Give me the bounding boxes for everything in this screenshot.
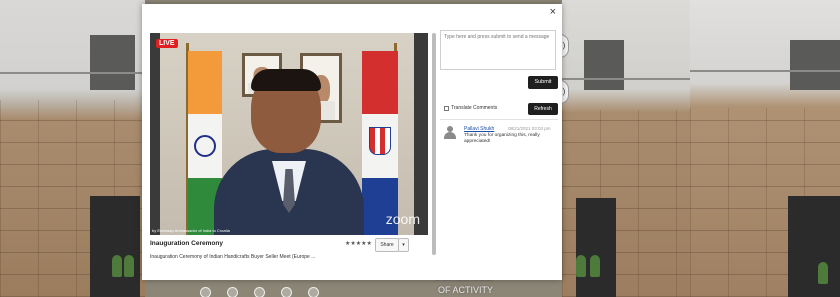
event-modal: × LIVE zoom by Embassy Ambassador of Ind…: [142, 4, 562, 280]
chakra-icon: [194, 134, 216, 157]
avatar-body: [444, 132, 456, 139]
translate-checkbox[interactable]: [444, 105, 449, 111]
refresh-button[interactable]: Refresh: [528, 103, 558, 115]
background-doorway: [788, 196, 840, 297]
submit-button[interactable]: Submit: [528, 76, 558, 89]
translate-label: Translate Comments: [451, 105, 498, 111]
nav-dot[interactable]: [227, 287, 238, 297]
comment-author[interactable]: Pallavi Shukh: [464, 126, 494, 132]
event-description: Inauguration Ceremony of Indian Handicra…: [150, 254, 316, 260]
background-railing: [0, 72, 145, 74]
nav-dot[interactable]: [200, 287, 211, 297]
event-title: Inauguration Ceremony: [150, 240, 223, 247]
speaker-hair: [251, 69, 321, 91]
flag-red-stripe: [362, 51, 398, 114]
share-dropdown-button[interactable]: ▾: [398, 238, 409, 252]
background-wall-right: [690, 0, 840, 297]
video-left-edge: [150, 33, 160, 235]
nav-dot[interactable]: [254, 287, 265, 297]
comment-text: Thank you for organizing this, really ap…: [464, 133, 540, 144]
background-window: [584, 40, 624, 90]
background-railing: [562, 78, 690, 80]
background-window: [90, 35, 135, 90]
video-player[interactable]: LIVE zoom by Embassy Ambassador of India…: [150, 33, 428, 235]
background-window: [790, 40, 840, 90]
scrollbar[interactable]: [432, 33, 436, 255]
background-plant: [590, 255, 600, 277]
background-doorway: [576, 198, 616, 297]
background-railing: [690, 70, 840, 72]
background-plant: [576, 255, 586, 277]
video-caption: by Embassy Ambassador of India to Croati…: [152, 228, 230, 233]
comment-timestamp: 08/21/2021 03:03 pm: [508, 126, 551, 131]
coat-of-arms-icon: [369, 126, 391, 155]
lobby-nav-dots[interactable]: [200, 287, 319, 297]
flag-white-stripe: [362, 113, 398, 179]
translate-comments-toggle[interactable]: Translate Comments: [444, 105, 497, 111]
close-icon[interactable]: ×: [550, 6, 556, 18]
divider: [440, 119, 558, 120]
user-avatar-icon: [444, 126, 456, 139]
nav-dot[interactable]: [308, 287, 319, 297]
video-right-edge: [414, 33, 428, 235]
zoom-watermark: zoom: [385, 211, 420, 227]
croatia-flag: [362, 51, 398, 235]
share-button[interactable]: Share: [375, 238, 399, 252]
nav-dot[interactable]: [281, 287, 292, 297]
background-doorway: [90, 196, 140, 297]
message-input[interactable]: [440, 30, 556, 70]
schedule-sign-subtitle[interactable]: OF ACTIVITY: [438, 285, 493, 295]
background-wall-left: [0, 0, 145, 297]
rating-stars[interactable]: ★★★★★: [345, 240, 372, 247]
speaker: [214, 69, 364, 235]
background-plant: [818, 262, 828, 284]
live-badge: LIVE: [156, 39, 178, 48]
background-plant: [112, 255, 122, 277]
background-plant: [124, 255, 134, 277]
background-wall-middle: [562, 0, 690, 297]
